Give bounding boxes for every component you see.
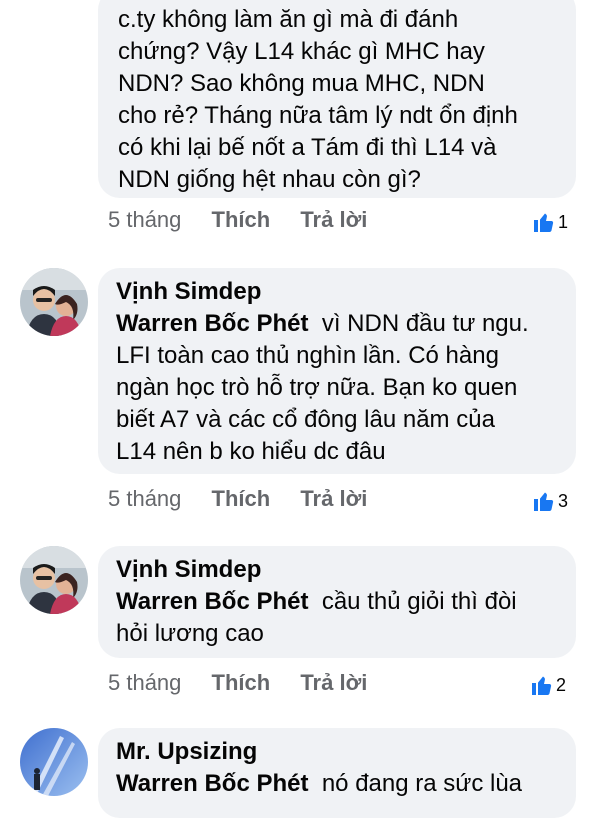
avatar[interactable] bbox=[20, 728, 88, 796]
reply-button[interactable]: Trả lời bbox=[300, 484, 367, 514]
thumbs-up-icon bbox=[534, 492, 554, 511]
avatar-photo bbox=[20, 728, 88, 796]
comment-text: c.ty không làm ăn gì mà đi đánh chứng? V… bbox=[118, 4, 556, 196]
comment-bubble: c.ty không làm ăn gì mà đi đánh chứng? V… bbox=[98, 0, 576, 198]
comment-line: L14 nên b ko hiểu dc đâu bbox=[116, 438, 386, 465]
comment-time[interactable]: 5 tháng bbox=[108, 668, 181, 698]
comment-line: cầu thủ giỏi thì đòi bbox=[321, 588, 517, 615]
comment-line: ngàn học trò hỗ trợ nữa. Bạn ko quen bbox=[116, 374, 518, 401]
comment-time[interactable]: 5 tháng bbox=[108, 205, 181, 235]
comment-author[interactable]: Vịnh Simdep bbox=[116, 276, 558, 308]
reaction-count[interactable]: 3 bbox=[532, 486, 568, 516]
reply-button[interactable]: Trả lời bbox=[300, 668, 367, 698]
reply-button[interactable]: Trả lời bbox=[300, 205, 367, 235]
comment-author[interactable]: Mr. Upsizing bbox=[116, 736, 558, 768]
avatar-photo bbox=[20, 268, 88, 336]
comment-line: biết A7 và các cổ đông lâu năm của bbox=[116, 406, 495, 433]
comment-line: c.ty không làm ăn gì mà đi đánh bbox=[118, 6, 459, 33]
comment-text: Warren Bốc Phét cầu thủ giỏi thì đòi hỏi… bbox=[116, 586, 558, 650]
comment-text: Warren Bốc Phét vì NDN đầu tư ngu. LFI t… bbox=[116, 308, 558, 468]
mention-tag[interactable]: Warren Bốc Phét bbox=[116, 588, 308, 615]
comment-meta: 5 tháng Thích Trả lời bbox=[108, 668, 367, 698]
thumbs-up-icon bbox=[534, 213, 554, 232]
comment-text: Warren Bốc Phét nó đang ra sức lùa bbox=[116, 768, 558, 800]
avatar-photo bbox=[20, 546, 88, 614]
reaction-count[interactable]: 2 bbox=[530, 670, 566, 700]
like-button[interactable]: Thích bbox=[212, 205, 271, 235]
comment-line: NDN? Sao không mua MHC, NDN bbox=[118, 70, 485, 97]
mention-tag[interactable]: Warren Bốc Phét bbox=[116, 310, 308, 337]
comment-line: nó đang ra sức lùa bbox=[321, 770, 523, 797]
avatar[interactable] bbox=[20, 546, 88, 614]
like-count: 1 bbox=[558, 212, 569, 232]
comment-author[interactable]: Vịnh Simdep bbox=[116, 554, 558, 586]
comment-time[interactable]: 5 tháng bbox=[108, 484, 181, 514]
comment-line: chứng? Vậy L14 khác gì MHC hay bbox=[118, 38, 485, 65]
comment-bubble: Mr. Upsizing Warren Bốc Phét nó đang ra … bbox=[98, 728, 576, 818]
like-count: 2 bbox=[556, 675, 567, 695]
comment-line: vì NDN đầu tư ngu. bbox=[321, 310, 529, 337]
avatar[interactable] bbox=[20, 268, 88, 336]
comment-bubble: Vịnh Simdep Warren Bốc Phét cầu thủ giỏi… bbox=[98, 546, 576, 658]
comment-meta: 5 tháng Thích Trả lời bbox=[108, 484, 367, 514]
like-button[interactable]: Thích bbox=[212, 484, 271, 514]
mention-tag[interactable]: Warren Bốc Phét bbox=[116, 770, 308, 797]
like-button[interactable]: Thích bbox=[212, 668, 271, 698]
comment-meta: 5 tháng Thích Trả lời bbox=[108, 205, 367, 235]
comment-line: NDN giống hệt nhau còn gì? bbox=[118, 166, 421, 193]
comment-line: LFI toàn cao thủ nghìn lần. Có hàng bbox=[116, 342, 499, 369]
like-count: 3 bbox=[558, 491, 569, 511]
comment-line: có khi lại bế nốt a Tám đi thì L14 và bbox=[118, 134, 497, 161]
comment-line: cho rẻ? Tháng nữa tâm lý ndt ổn định bbox=[118, 102, 518, 129]
thumbs-up-icon bbox=[532, 676, 552, 695]
comment-bubble: Vịnh Simdep Warren Bốc Phét vì NDN đầu t… bbox=[98, 268, 576, 474]
reaction-count[interactable]: 1 bbox=[532, 207, 568, 237]
comment-line: hỏi lương cao bbox=[116, 620, 264, 647]
